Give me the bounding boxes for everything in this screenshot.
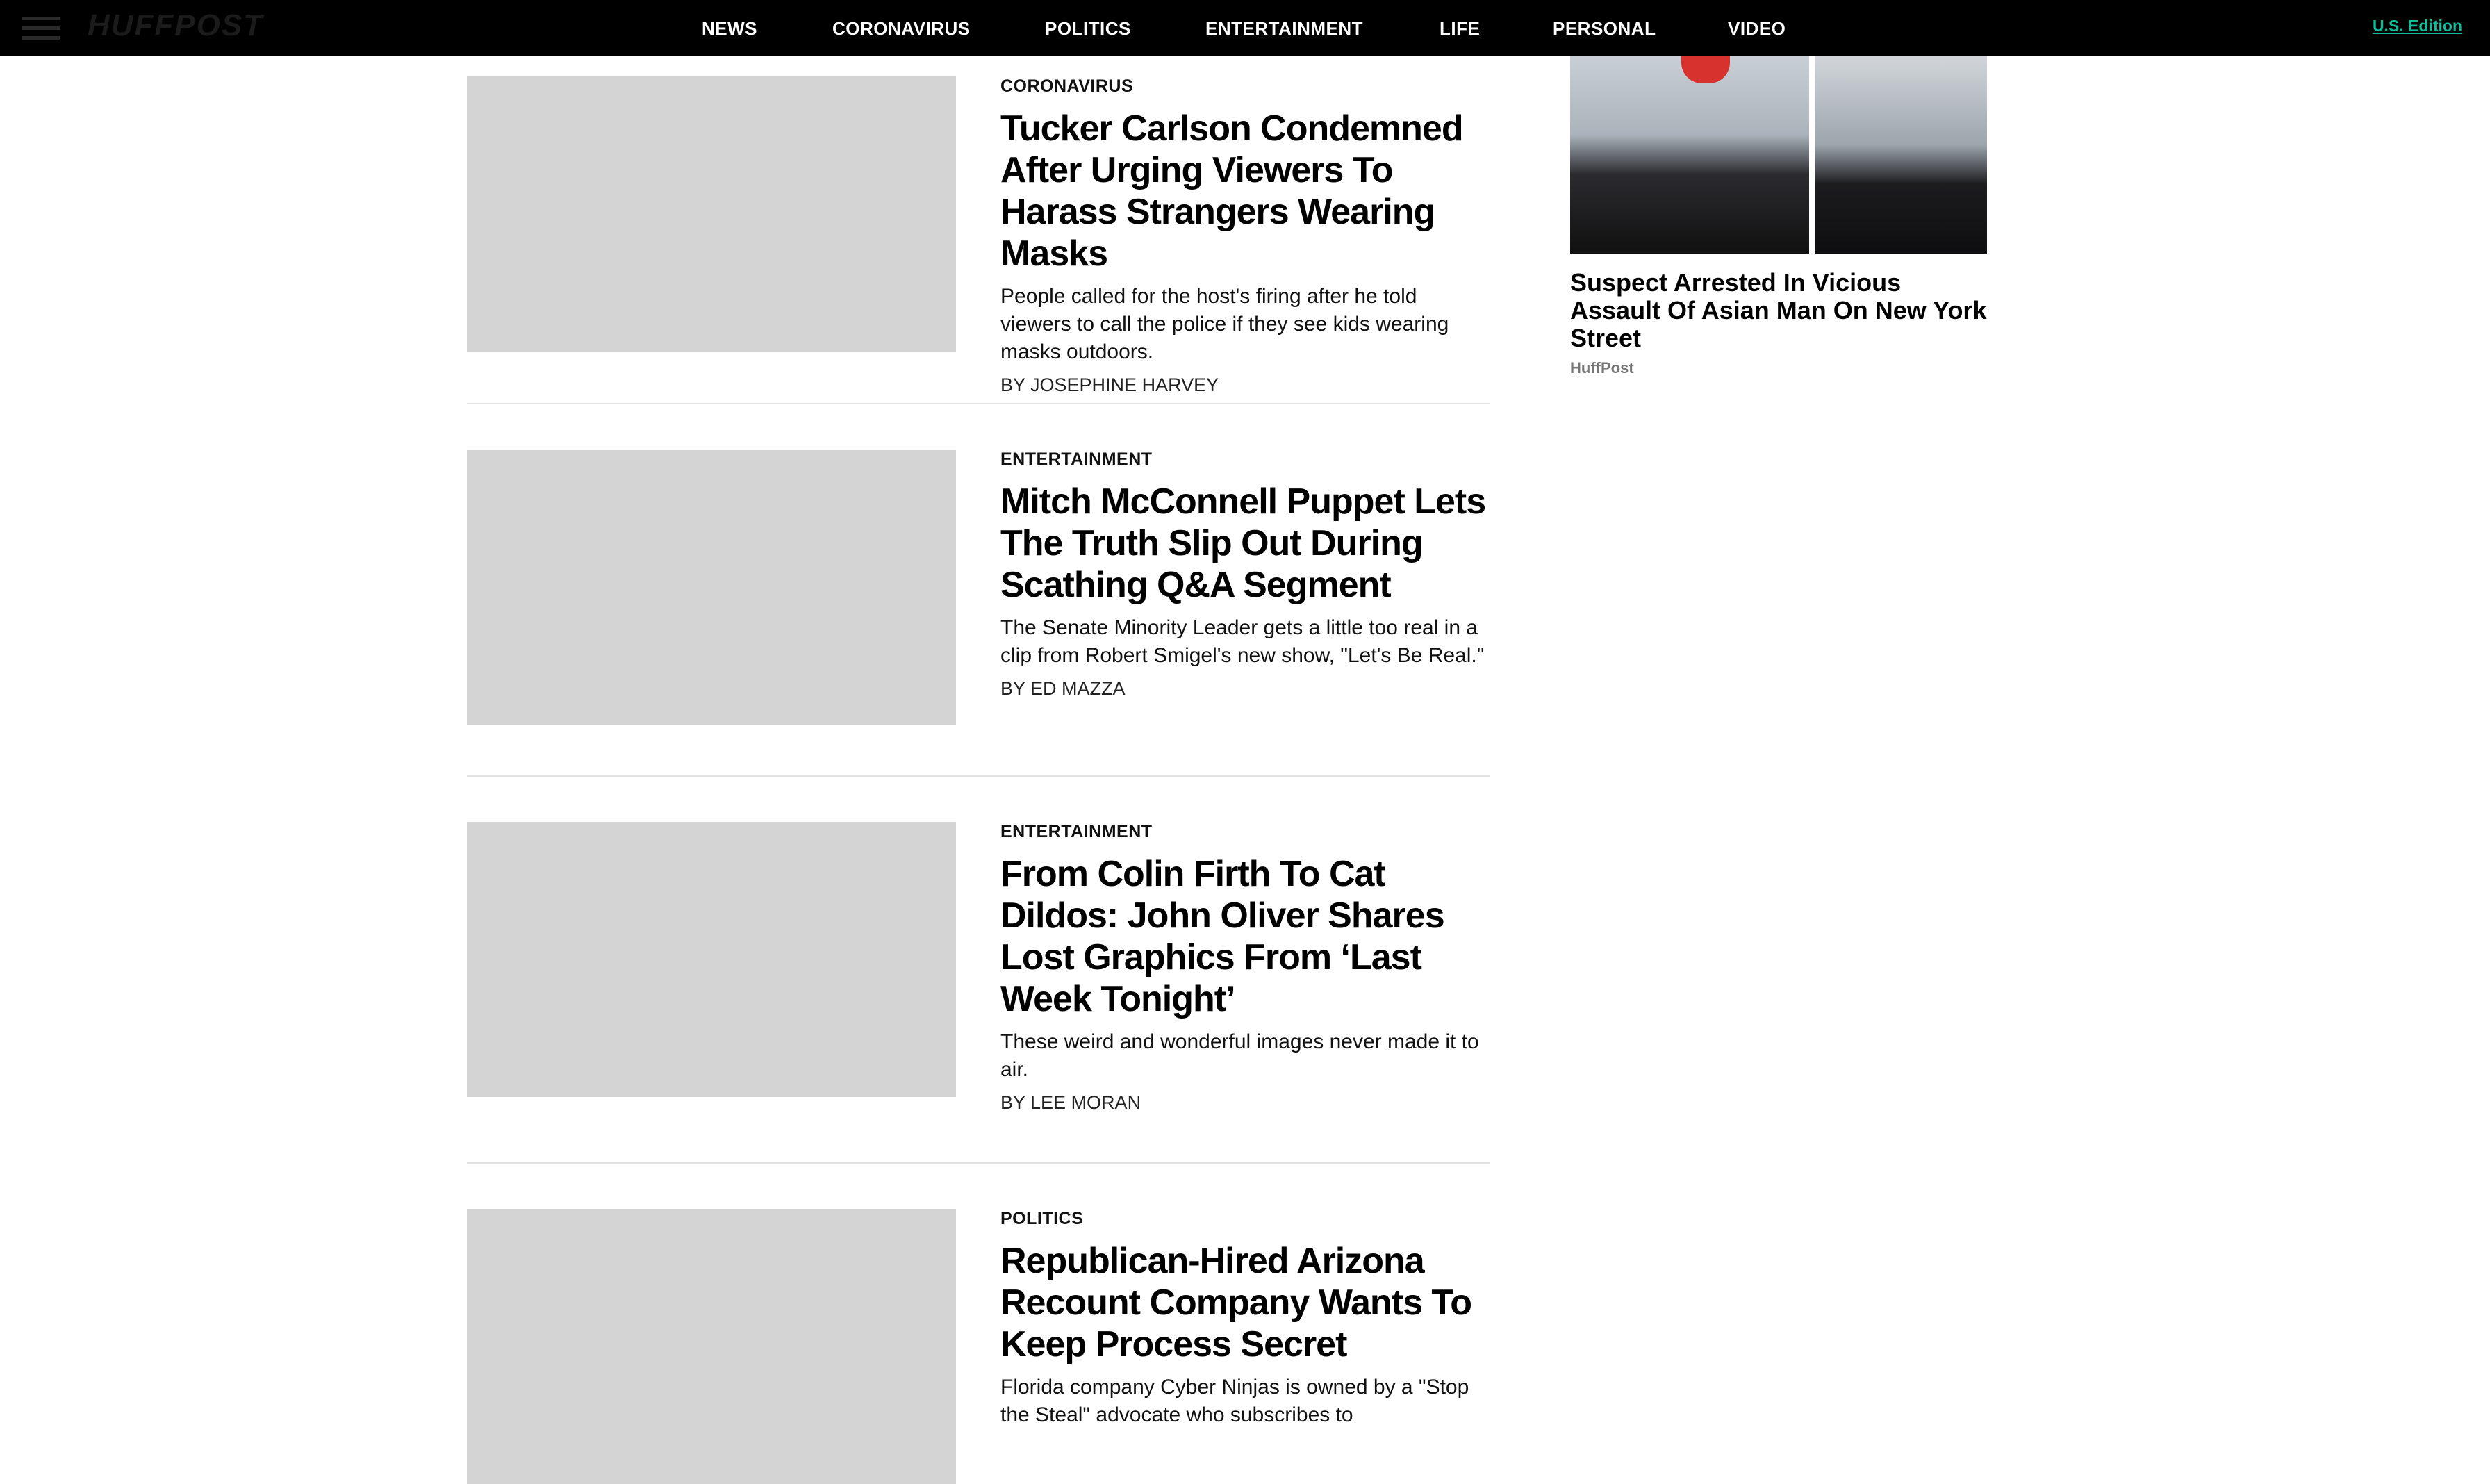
nav-news[interactable]: NEWS bbox=[702, 18, 757, 40]
nav-politics[interactable]: POLITICS bbox=[1045, 18, 1131, 40]
article-section-label[interactable]: POLITICS bbox=[1000, 1209, 1490, 1229]
nav-coronavirus[interactable]: CORONAVIRUS bbox=[832, 18, 971, 40]
article-thumbnail[interactable] bbox=[467, 76, 956, 352]
article-text: POLITICS Republican-Hired Arizona Recoun… bbox=[1000, 1209, 1490, 1429]
article-byline[interactable]: BY LEE MORAN bbox=[1000, 1092, 1490, 1114]
article-text: ENTERTAINMENT Mitch McConnell Puppet Let… bbox=[1000, 450, 1490, 700]
main-nav: NEWS CORONAVIRUS POLITICS ENTERTAINMENT … bbox=[0, 0, 2490, 56]
article-byline[interactable]: BY JOSEPHINE HARVEY bbox=[1000, 374, 1490, 396]
article-thumbnail[interactable] bbox=[467, 822, 956, 1097]
sidebar-story-card: Suspect Arrested In Vicious Assault Of A… bbox=[1570, 56, 1987, 377]
nav-life[interactable]: LIFE bbox=[1440, 18, 1480, 40]
article-headline[interactable]: Tucker Carlson Condemned After Urging Vi… bbox=[1000, 108, 1490, 274]
article-headline[interactable]: Republican-Hired Arizona Recount Company… bbox=[1000, 1240, 1490, 1365]
article-section-label[interactable]: ENTERTAINMENT bbox=[1000, 822, 1490, 842]
sidebar-story-photo[interactable] bbox=[1570, 56, 1987, 254]
nav-entertainment[interactable]: ENTERTAINMENT bbox=[1205, 18, 1363, 40]
nav-personal[interactable]: PERSONAL bbox=[1553, 18, 1656, 40]
article-section-label[interactable]: ENTERTAINMENT bbox=[1000, 450, 1490, 470]
article-thumbnail[interactable] bbox=[467, 450, 956, 725]
article-description: These weird and wonderful images never m… bbox=[1000, 1030, 1479, 1081]
article-text: ENTERTAINMENT From Colin Firth To Cat Di… bbox=[1000, 822, 1490, 1114]
sidebar-story-headline[interactable]: Suspect Arrested In Vicious Assault Of A… bbox=[1570, 269, 1987, 352]
article-section-label[interactable]: CORONAVIRUS bbox=[1000, 76, 1490, 97]
article-text: CORONAVIRUS Tucker Carlson Condemned Aft… bbox=[1000, 76, 1490, 396]
article-divider bbox=[467, 403, 1490, 404]
article-description: Florida company Cyber Ninjas is owned by… bbox=[1000, 1376, 1469, 1426]
nav-video[interactable]: VIDEO bbox=[1728, 18, 1786, 40]
article-divider bbox=[467, 775, 1490, 777]
article-description: People called for the host's firing afte… bbox=[1000, 285, 1449, 363]
suspect-photo-left bbox=[1570, 56, 1809, 254]
suspect-photo-right bbox=[1815, 56, 1987, 254]
top-navigation-bar: HUFFPOST NEWS CORONAVIRUS POLITICS ENTER… bbox=[0, 0, 2490, 56]
photo-divider bbox=[1809, 56, 1815, 254]
article-divider bbox=[467, 1162, 1490, 1164]
article-headline[interactable]: Mitch McConnell Puppet Lets The Truth Sl… bbox=[1000, 481, 1490, 606]
article-headline[interactable]: From Colin Firth To Cat Dildos: John Oli… bbox=[1000, 853, 1490, 1020]
article-thumbnail[interactable] bbox=[467, 1209, 956, 1484]
sidebar-story-source: HuffPost bbox=[1570, 359, 1634, 377]
article-byline[interactable]: BY ED MAZZA bbox=[1000, 678, 1490, 700]
us-edition-link[interactable]: U.S. Edition bbox=[2373, 17, 2462, 35]
article-description: The Senate Minority Leader gets a little… bbox=[1000, 616, 1485, 667]
